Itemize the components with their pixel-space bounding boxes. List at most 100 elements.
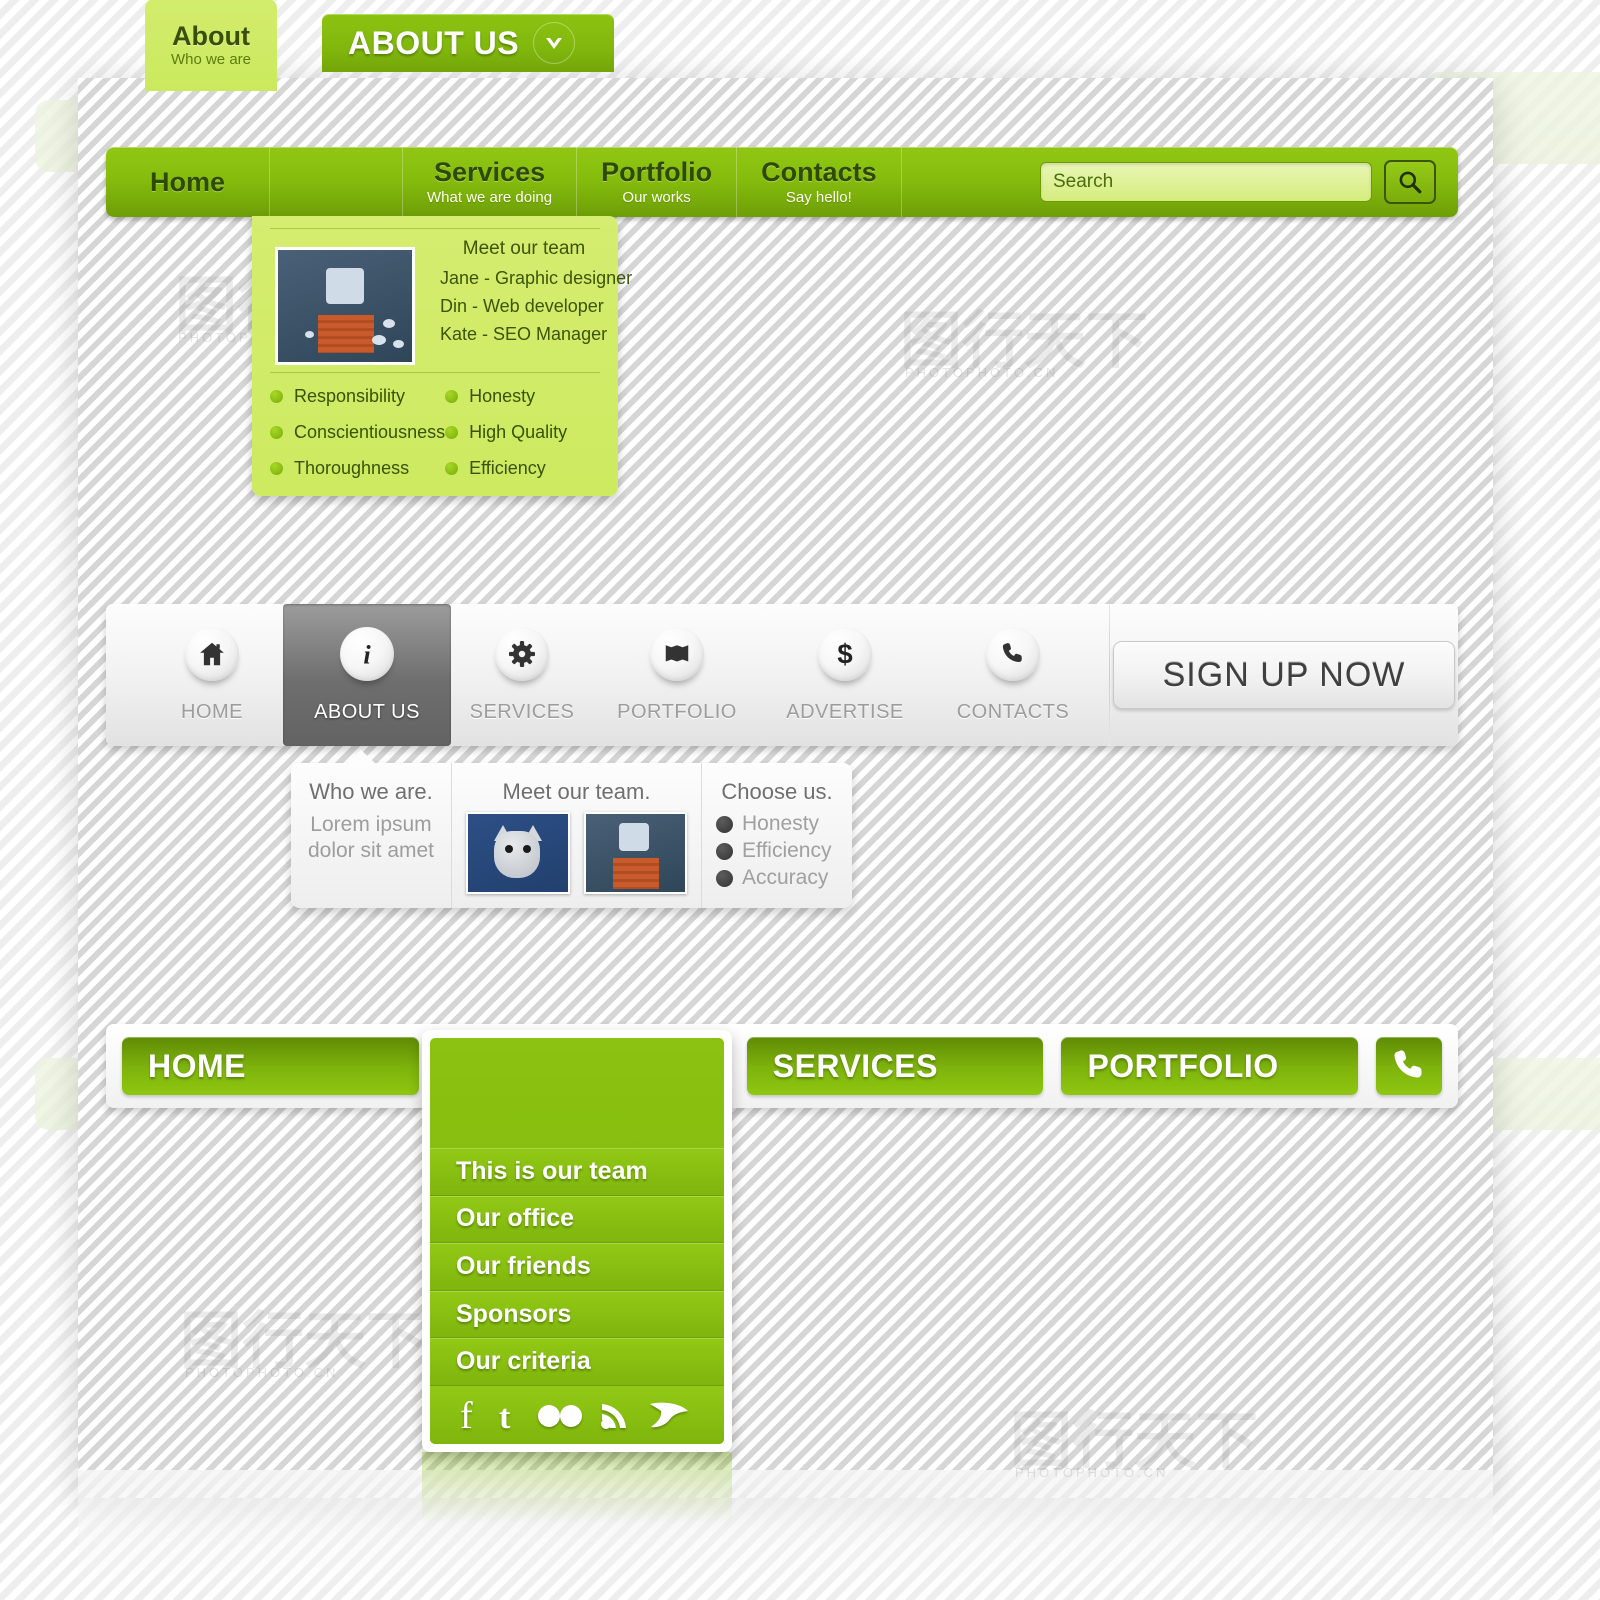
home-icon <box>200 642 224 665</box>
icon-menu-label: SERVICES <box>469 700 575 723</box>
top-green-menu-bar: Home Services What we are doing Portfoli… <box>106 147 1458 217</box>
search-input[interactable] <box>1040 162 1372 202</box>
feature-item[interactable]: Thoroughness <box>270 458 445 479</box>
feature-item[interactable]: Efficiency <box>445 458 604 479</box>
signup-area: SIGN UP NOW <box>1110 604 1458 746</box>
about-dropdown-panel: Meet our team Jane - Graphic designer Di… <box>252 216 632 496</box>
photo-speck-3 <box>393 339 405 348</box>
team-thumbnails <box>466 812 687 894</box>
bird-icon[interactable] <box>648 1399 690 1431</box>
bottom-nav-phone[interactable] <box>1376 1037 1442 1095</box>
bottom-nav-home[interactable]: HOME <box>122 1037 419 1095</box>
grey-dropdown-column-meet-our-team: Meet our team. <box>451 763 701 908</box>
choose-us-item[interactable]: Accuracy <box>716 866 828 890</box>
feature-label: Honesty <box>469 386 536 406</box>
grey-icon-menu-bar: HOME i ABOUT US SERVICES PORTFOLIO $ ADV… <box>106 604 1458 746</box>
icon-menu-label: ABOUT US <box>314 700 420 723</box>
submenu-item[interactable]: Our friends <box>430 1243 724 1291</box>
top-tab-home-title: Home <box>150 166 226 197</box>
bottom-nav-about-label: ABOUT US <box>348 24 520 61</box>
team-member: Kate - SEO Manager <box>440 324 608 344</box>
feature-item[interactable]: Responsibility <box>270 386 445 407</box>
cat-photo-thumbnail[interactable] <box>466 812 570 894</box>
team-heading: Meet our team <box>462 238 586 259</box>
choose-us-item[interactable]: Efficiency <box>716 839 832 863</box>
info-icon: i <box>363 640 371 669</box>
icon-menu-item-portfolio[interactable]: PORTFOLIO <box>593 604 761 746</box>
grey-dropdown-column-who-we-are: Who we are. Lorem ipsum dolor sit amet <box>291 763 451 908</box>
svg-text:$: $ <box>837 639 852 669</box>
icon-menu-label: CONTACTS <box>956 700 1070 723</box>
icon-menu-item-contacts[interactable]: CONTACTS <box>929 604 1097 746</box>
icon-menu-item-home[interactable]: HOME <box>141 604 283 746</box>
submenu-header-spacer <box>430 1038 724 1148</box>
choose-us-item[interactable]: Honesty <box>716 812 819 836</box>
panel-divider-mid <box>270 372 600 373</box>
bullet-dot-icon <box>270 426 283 439</box>
search-area <box>1040 147 1458 217</box>
submenu-item[interactable]: Sponsors <box>430 1290 724 1339</box>
team-list: Meet our team Jane - Graphic designer Di… <box>440 238 632 352</box>
top-tab-services[interactable]: Services What we are doing <box>403 147 578 217</box>
facebook-icon[interactable]: f <box>454 1398 480 1432</box>
top-tab-about-placeholder <box>270 147 404 217</box>
column-text: Lorem ipsum dolor sit amet <box>307 813 435 863</box>
top-tab-about-title: About <box>172 20 250 51</box>
bottom-about-submenu: This is our team Our office Our friends … <box>422 1030 732 1452</box>
bullet-dot-icon <box>445 390 459 403</box>
icon-menu-item-advertise[interactable]: $ ADVERTISE <box>761 604 929 746</box>
submenu-social-row: f t <box>430 1385 724 1444</box>
phone-icon-sphere <box>986 626 1040 681</box>
top-tab-about[interactable]: About Who we are <box>145 0 277 91</box>
icon-menu-label: ADVERTISE <box>786 700 904 723</box>
twitter-icon[interactable]: t <box>496 1398 520 1432</box>
top-tab-services-title: Services <box>434 157 546 188</box>
home-icon-sphere <box>185 626 239 681</box>
team-photo-thumbnail[interactable] <box>275 247 415 365</box>
search-button[interactable] <box>1384 160 1436 204</box>
submenu-item[interactable]: Our office <box>430 1195 724 1244</box>
feature-item[interactable]: High Quality <box>445 422 604 443</box>
sign-up-now-button[interactable]: SIGN UP NOW <box>1113 641 1455 709</box>
phone-icon <box>1394 1050 1422 1078</box>
grey-dropdown-panel: Who we are. Lorem ipsum dolor sit amet M… <box>291 750 852 908</box>
grey-dropdown-column-choose-us: Choose us. Honesty Efficiency Accuracy <box>701 763 852 908</box>
dollar-icon-sphere: $ <box>818 626 872 681</box>
flickr-icon[interactable] <box>536 1402 584 1428</box>
bullet-dot-icon <box>445 426 459 439</box>
panel-divider-top <box>270 228 600 229</box>
bottom-nav-about-us[interactable]: ABOUT US <box>322 14 614 72</box>
top-tab-home[interactable]: Home <box>106 147 271 217</box>
choose-us-label: Efficiency <box>742 839 832 862</box>
robot-photo-thumbnail[interactable] <box>583 812 687 894</box>
cat-eye-right <box>522 845 531 854</box>
top-tab-contacts-subtitle: Say hello! <box>785 188 852 206</box>
photo-speck-4 <box>304 330 314 338</box>
submenu-inner: This is our team Our office Our friends … <box>430 1038 724 1444</box>
feature-item[interactable]: Honesty <box>445 386 604 407</box>
choose-us-label: Honesty <box>742 812 820 835</box>
bottom-nav-services[interactable]: SERVICES <box>746 1037 1044 1095</box>
submenu-item[interactable]: Our criteria <box>430 1338 724 1386</box>
svg-text:t: t <box>499 1399 511 1432</box>
feature-item[interactable]: Conscientiousness <box>270 422 445 443</box>
bottom-nav-portfolio[interactable]: PORTFOLIO <box>1061 1037 1359 1095</box>
gear-icon <box>509 640 535 667</box>
info-icon-sphere: i <box>340 626 394 681</box>
column-heading: Meet our team. <box>502 779 651 804</box>
cat-eye-left <box>504 845 513 854</box>
top-tab-portfolio[interactable]: Portfolio Our works <box>577 147 738 217</box>
icon-menu-label: HOME <box>181 700 243 723</box>
submenu-item[interactable]: This is our team <box>430 1148 724 1196</box>
chevron-down-icon[interactable] <box>533 22 576 64</box>
icon-menu-item-services[interactable]: SERVICES <box>451 604 593 746</box>
bottom-green-nav-bar: HOME SERVICES PORTFOLIO <box>106 1024 1458 1108</box>
icon-menu-item-about-us[interactable]: i ABOUT US <box>283 604 451 746</box>
svg-text:f: f <box>460 1398 473 1432</box>
rss-icon[interactable] <box>600 1400 632 1430</box>
photo-figure-shape <box>326 267 364 304</box>
book-icon-sphere <box>650 626 704 681</box>
top-tab-contacts[interactable]: Contacts Say hello! <box>737 147 902 217</box>
feature-label: Thoroughness <box>294 458 410 478</box>
bullet-dot-icon <box>716 842 733 860</box>
